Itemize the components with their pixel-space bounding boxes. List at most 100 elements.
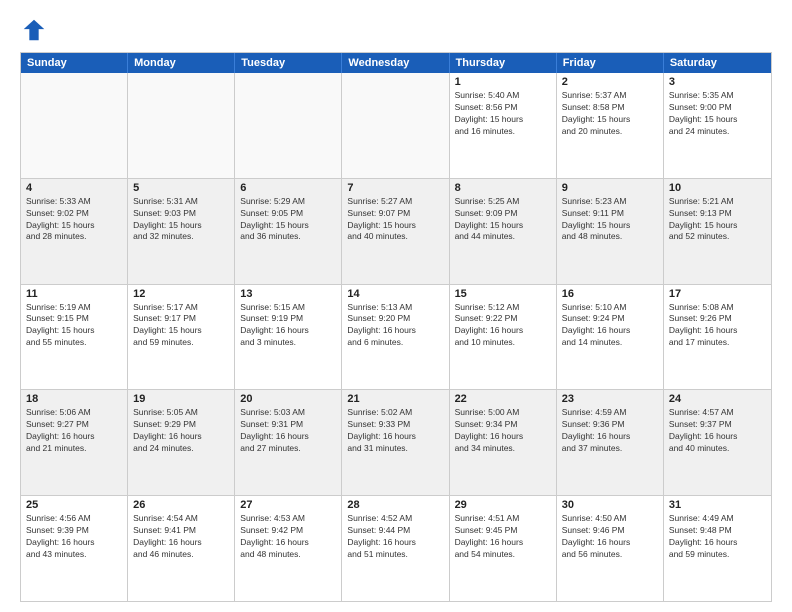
weekday-header: Thursday (450, 53, 557, 73)
calendar-row: 18 Sunrise: 5:06 AMSunset: 9:27 PMDayligh… (21, 389, 771, 495)
day-number: 25 (26, 499, 122, 511)
weekday-header: Wednesday (342, 53, 449, 73)
day-number: 28 (347, 499, 443, 511)
calendar-row: 11 Sunrise: 5:19 AMSunset: 9:15 PMDayligh… (21, 284, 771, 390)
calendar-cell: 30 Sunrise: 4:50 AMSunset: 9:46 PMDayligh… (557, 496, 664, 601)
calendar-cell: 22 Sunrise: 5:00 AMSunset: 9:34 PMDayligh… (450, 390, 557, 495)
day-number: 5 (133, 182, 229, 194)
day-number: 31 (669, 499, 766, 511)
day-info: Sunrise: 5:23 AMSunset: 9:11 PMDaylight:… (562, 196, 658, 244)
calendar: SundayMondayTuesdayWednesdayThursdayFrid… (20, 52, 772, 602)
day-number: 17 (669, 288, 766, 300)
day-number: 8 (455, 182, 551, 194)
day-number: 30 (562, 499, 658, 511)
day-info: Sunrise: 5:10 AMSunset: 9:24 PMDaylight:… (562, 302, 658, 350)
day-info: Sunrise: 5:19 AMSunset: 9:15 PMDaylight:… (26, 302, 122, 350)
weekday-header: Monday (128, 53, 235, 73)
calendar-cell (21, 73, 128, 178)
day-number: 2 (562, 76, 658, 88)
calendar-header: SundayMondayTuesdayWednesdayThursdayFrid… (21, 53, 771, 73)
page-header (20, 16, 772, 44)
day-number: 9 (562, 182, 658, 194)
calendar-cell: 21Sunrise: 5:02 AMSunset: 9:33 PMDayligh… (342, 390, 449, 495)
calendar-cell: 14 Sunrise: 5:13 AMSunset: 9:20 PMDayligh… (342, 285, 449, 390)
calendar-cell: 20Sunrise: 5:03 AMSunset: 9:31 PMDayligh… (235, 390, 342, 495)
day-number: 18 (26, 393, 122, 405)
day-info: Sunrise: 4:52 AMSunset: 9:44 PMDaylight:… (347, 513, 443, 561)
calendar-cell: 3Sunrise: 5:35 AMSunset: 9:00 PMDaylight… (664, 73, 771, 178)
calendar-cell: 2 Sunrise: 5:37 AMSunset: 8:58 PMDaylight… (557, 73, 664, 178)
day-number: 1 (455, 76, 551, 88)
calendar-cell (342, 73, 449, 178)
calendar-cell: 26 Sunrise: 4:54 AMSunset: 9:41 PMDayligh… (128, 496, 235, 601)
calendar-cell: 29 Sunrise: 4:51 AMSunset: 9:45 PMDayligh… (450, 496, 557, 601)
day-number: 15 (455, 288, 551, 300)
calendar-cell (128, 73, 235, 178)
day-number: 27 (240, 499, 336, 511)
day-info: Sunrise: 5:35 AMSunset: 9:00 PMDaylight:… (669, 90, 766, 138)
day-info: Sunrise: 5:33 AMSunset: 9:02 PMDaylight:… (26, 196, 122, 244)
day-info: Sunrise: 5:21 AMSunset: 9:13 PMDaylight:… (669, 196, 766, 244)
day-info: Sunrise: 4:51 AMSunset: 9:45 PMDaylight:… (455, 513, 551, 561)
calendar-cell: 25 Sunrise: 4:56 AMSunset: 9:39 PMDayligh… (21, 496, 128, 601)
day-number: 19 (133, 393, 229, 405)
logo-icon (20, 16, 48, 44)
calendar-cell (235, 73, 342, 178)
calendar-cell: 31 Sunrise: 4:49 AMSunset: 9:48 PMDayligh… (664, 496, 771, 601)
day-info: Sunrise: 5:25 AMSunset: 9:09 PMDaylight:… (455, 196, 551, 244)
day-number: 26 (133, 499, 229, 511)
day-number: 29 (455, 499, 551, 511)
calendar-cell: 8 Sunrise: 5:25 AMSunset: 9:09 PMDaylight… (450, 179, 557, 284)
day-number: 13 (240, 288, 336, 300)
calendar-row: 4 Sunrise: 5:33 AMSunset: 9:02 PMDaylight… (21, 178, 771, 284)
weekday-header: Friday (557, 53, 664, 73)
day-number: 24 (669, 393, 766, 405)
day-number: 10 (669, 182, 766, 194)
calendar-cell: 11 Sunrise: 5:19 AMSunset: 9:15 PMDayligh… (21, 285, 128, 390)
calendar-cell: 1 Sunrise: 5:40 AMSunset: 8:56 PMDaylight… (450, 73, 557, 178)
calendar-cell: 17Sunrise: 5:08 AMSunset: 9:26 PMDayligh… (664, 285, 771, 390)
day-info: Sunrise: 5:00 AMSunset: 9:34 PMDaylight:… (455, 407, 551, 455)
day-info: Sunrise: 5:13 AMSunset: 9:20 PMDaylight:… (347, 302, 443, 350)
day-info: Sunrise: 5:17 AMSunset: 9:17 PMDaylight:… (133, 302, 229, 350)
calendar-cell: 12 Sunrise: 5:17 AMSunset: 9:17 PMDayligh… (128, 285, 235, 390)
calendar-cell: 15 Sunrise: 5:12 AMSunset: 9:22 PMDayligh… (450, 285, 557, 390)
day-info: Sunrise: 4:56 AMSunset: 9:39 PMDaylight:… (26, 513, 122, 561)
day-number: 23 (562, 393, 658, 405)
day-number: 14 (347, 288, 443, 300)
day-info: Sunrise: 4:49 AMSunset: 9:48 PMDaylight:… (669, 513, 766, 561)
day-number: 16 (562, 288, 658, 300)
day-info: Sunrise: 4:59 AMSunset: 9:36 PMDaylight:… (562, 407, 658, 455)
day-number: 4 (26, 182, 122, 194)
calendar-cell: 13 Sunrise: 5:15 AMSunset: 9:19 PMDayligh… (235, 285, 342, 390)
day-number: 11 (26, 288, 122, 300)
day-info: Sunrise: 5:37 AMSunset: 8:58 PMDaylight:… (562, 90, 658, 138)
calendar-body: 1 Sunrise: 5:40 AMSunset: 8:56 PMDaylight… (21, 73, 771, 601)
calendar-cell: 4 Sunrise: 5:33 AMSunset: 9:02 PMDaylight… (21, 179, 128, 284)
day-number: 22 (455, 393, 551, 405)
calendar-row: 1 Sunrise: 5:40 AMSunset: 8:56 PMDaylight… (21, 73, 771, 178)
weekday-header: Sunday (21, 53, 128, 73)
day-info: Sunrise: 5:06 AMSunset: 9:27 PMDaylight:… (26, 407, 122, 455)
day-info: Sunrise: 4:57 AMSunset: 9:37 PMDaylight:… (669, 407, 766, 455)
calendar-cell: 9 Sunrise: 5:23 AMSunset: 9:11 PMDaylight… (557, 179, 664, 284)
calendar-cell: 19Sunrise: 5:05 AMSunset: 9:29 PMDayligh… (128, 390, 235, 495)
weekday-header: Tuesday (235, 53, 342, 73)
day-info: Sunrise: 5:29 AMSunset: 9:05 PMDaylight:… (240, 196, 336, 244)
day-info: Sunrise: 5:12 AMSunset: 9:22 PMDaylight:… (455, 302, 551, 350)
day-number: 7 (347, 182, 443, 194)
calendar-cell: 27 Sunrise: 4:53 AMSunset: 9:42 PMDayligh… (235, 496, 342, 601)
day-number: 21 (347, 393, 443, 405)
day-number: 20 (240, 393, 336, 405)
calendar-cell: 18 Sunrise: 5:06 AMSunset: 9:27 PMDayligh… (21, 390, 128, 495)
day-number: 12 (133, 288, 229, 300)
day-info: Sunrise: 4:53 AMSunset: 9:42 PMDaylight:… (240, 513, 336, 561)
calendar-cell: 23 Sunrise: 4:59 AMSunset: 9:36 PMDayligh… (557, 390, 664, 495)
weekday-header: Saturday (664, 53, 771, 73)
calendar-cell: 24 Sunrise: 4:57 AMSunset: 9:37 PMDayligh… (664, 390, 771, 495)
day-info: Sunrise: 4:50 AMSunset: 9:46 PMDaylight:… (562, 513, 658, 561)
day-info: Sunrise: 5:40 AMSunset: 8:56 PMDaylight:… (455, 90, 551, 138)
calendar-cell: 28 Sunrise: 4:52 AMSunset: 9:44 PMDayligh… (342, 496, 449, 601)
day-info: Sunrise: 5:15 AMSunset: 9:19 PMDaylight:… (240, 302, 336, 350)
day-info: Sunrise: 4:54 AMSunset: 9:41 PMDaylight:… (133, 513, 229, 561)
